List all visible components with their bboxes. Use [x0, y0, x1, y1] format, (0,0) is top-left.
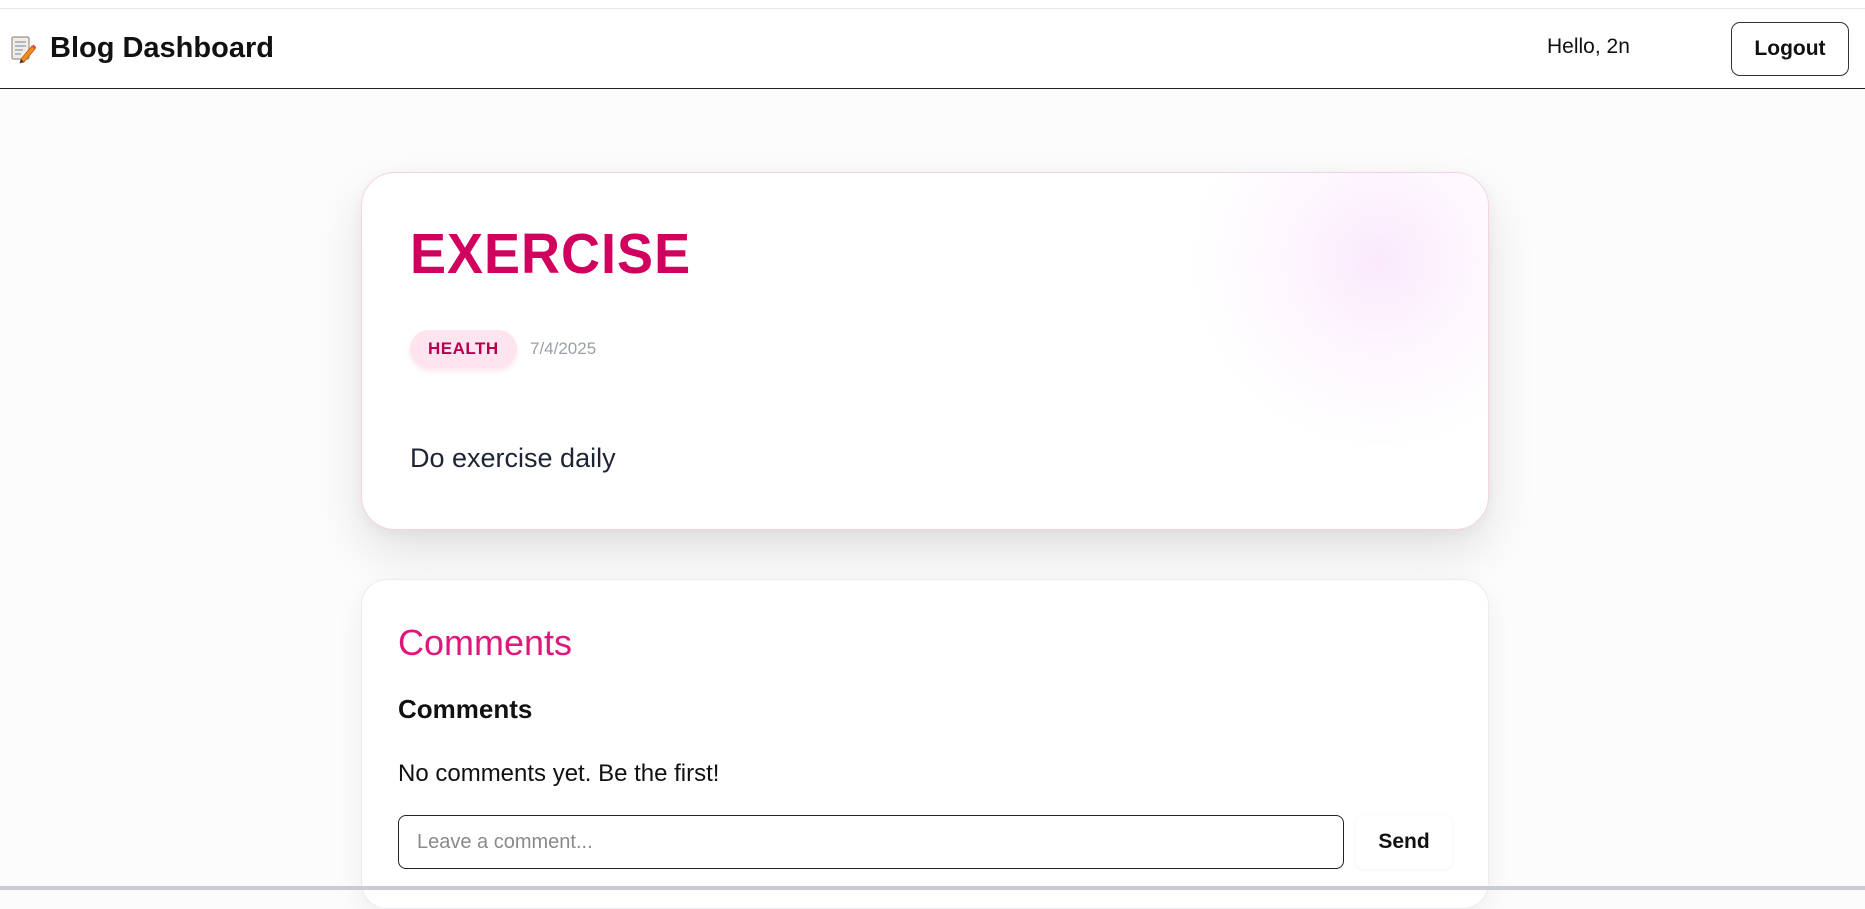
comments-subheading: Comments: [398, 694, 533, 724]
top-navbar: Blog Dashboard Hello, 2n Logout: [0, 9, 1865, 89]
category-tag: HEALTH: [410, 330, 517, 368]
decorative-glow: [1182, 173, 1488, 453]
brand-title: Blog Dashboard: [50, 32, 274, 64]
post-date: 7/4/2025: [530, 339, 597, 358]
post-card: EXERCISE HEALTH 7/4/2025 Do exercise dai…: [361, 172, 1489, 530]
send-button[interactable]: Send: [1356, 815, 1452, 869]
memo-pencil-icon: [10, 34, 37, 64]
window-top-strip: [0, 0, 1865, 9]
window-bottom-edge: [0, 886, 1865, 890]
logout-button[interactable]: Logout: [1731, 22, 1849, 76]
post-body: Do exercise daily: [410, 443, 616, 473]
brand[interactable]: Blog Dashboard: [10, 32, 274, 65]
comments-heading: Comments: [398, 622, 573, 663]
comments-section: Comments Comments No comments yet. Be th…: [361, 579, 1489, 909]
comment-input[interactable]: [398, 815, 1344, 869]
post-title: EXERCISE: [410, 222, 692, 286]
empty-comments-message: No comments yet. Be the first!: [398, 760, 720, 787]
user-greeting: Hello, 2n: [1547, 35, 1630, 58]
